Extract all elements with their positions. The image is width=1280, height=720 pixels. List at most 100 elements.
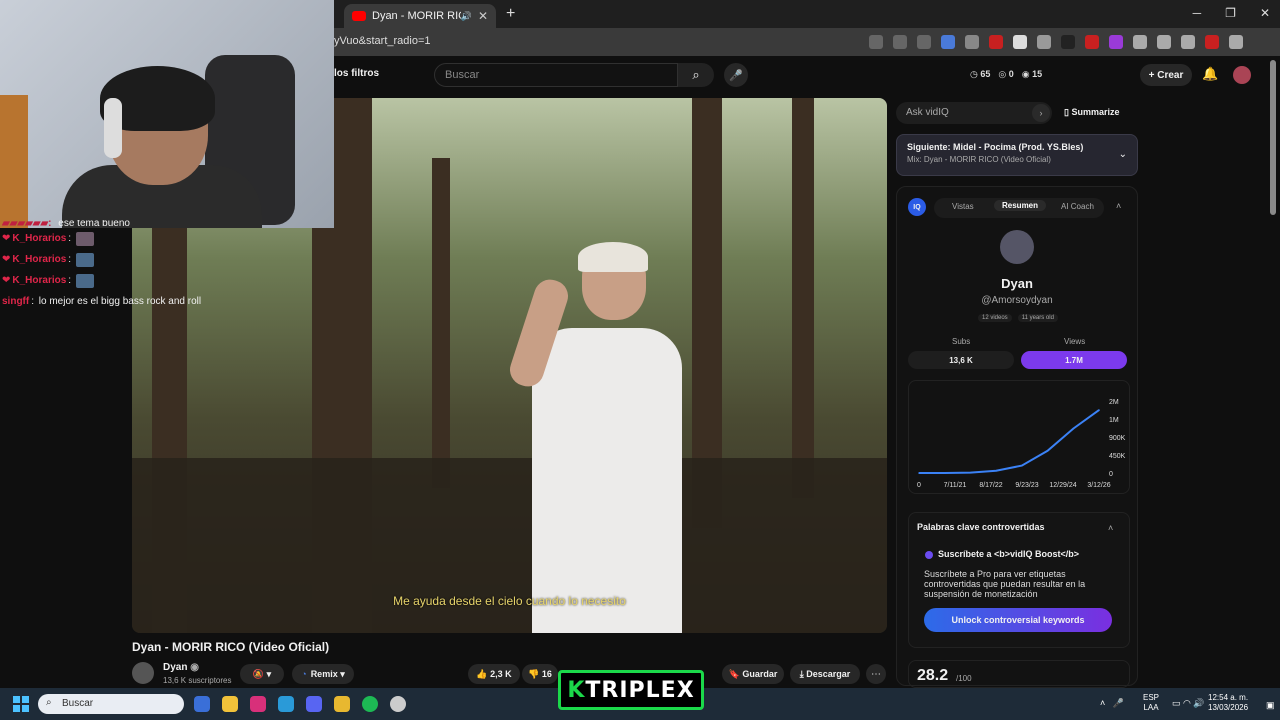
keywords-subtitle: Suscríbete a <b>vidIQ Boost</b> xyxy=(938,549,1080,559)
install-icon[interactable] xyxy=(893,35,907,49)
subs-value[interactable]: 13,6 K xyxy=(908,351,1014,369)
bell-icon[interactable]: 🔔 xyxy=(1202,66,1218,82)
address-bar[interactable]: yVuo&start_radio=1 xyxy=(334,28,1280,56)
edge-icon[interactable] xyxy=(278,696,294,712)
new-tab-button[interactable]: + xyxy=(506,5,515,23)
webcam-overlay xyxy=(0,0,334,228)
microphone-icon[interactable]: 🎤 xyxy=(724,63,748,87)
star-icon[interactable] xyxy=(917,35,931,49)
windows-start-icon[interactable] xyxy=(13,696,29,712)
channel-subs: 13,6 K suscriptores xyxy=(163,676,232,685)
like-button[interactable]: 👍 2,3 K xyxy=(468,664,520,684)
browser-tab[interactable]: Dyan - MORIR RICO (Vide 🔊 ✕ xyxy=(344,4,496,28)
chevron-up-icon[interactable]: ˄ xyxy=(1116,201,1121,211)
vidiq-tabs: Vistas Resumen AI Coach xyxy=(934,198,1104,218)
filters-button[interactable]: los filtros xyxy=(334,68,379,79)
summarize-button[interactable]: ▯ Summarize xyxy=(1064,107,1120,118)
dislike-button[interactable]: 👎 16 xyxy=(522,664,558,684)
media-icon[interactable] xyxy=(1181,35,1195,49)
clock[interactable]: 12:54 a. m. 13/03/2026 xyxy=(1208,693,1248,713)
system-icons[interactable]: ▭ ◠ 🔊 xyxy=(1172,698,1205,709)
app-icon[interactable] xyxy=(390,696,406,712)
data-point xyxy=(1072,427,1075,430)
avatar[interactable] xyxy=(1233,66,1251,84)
extension-icons xyxy=(869,35,1243,49)
views-value[interactable]: 1.7M xyxy=(1021,351,1127,369)
unlock-keywords-button[interactable]: Unlock controversial keywords xyxy=(924,608,1112,632)
stream-logo: K TRIPLEX xyxy=(558,670,704,710)
chat-overlay: ▰▰▰▰▰▰: ese tema bueno ❤ K_Horarios: ❤ K_H… xyxy=(2,220,232,312)
y-tick-label: 450K xyxy=(1109,453,1126,460)
create-button[interactable]: + Crear xyxy=(1140,64,1192,86)
profile-icon[interactable] xyxy=(1157,35,1171,49)
menu-icon[interactable] xyxy=(1229,35,1243,49)
keywords-title: Palabras clave controvertidas xyxy=(917,522,1045,532)
stat-3: ◉ 15 xyxy=(1021,69,1043,79)
notification-icon[interactable]: ▣ xyxy=(1266,700,1275,711)
taskbar-search[interactable]: ⌕ Buscar xyxy=(38,694,184,714)
extension-icon[interactable] xyxy=(1109,35,1123,49)
person-in-video xyxy=(505,242,682,633)
channel-tags: 12 videos 11 years old xyxy=(978,314,1058,322)
chat-message: ❤ K_Horarios: xyxy=(2,270,232,291)
puzzle-icon[interactable] xyxy=(1133,35,1147,49)
x-tick-label: 7/11/21 xyxy=(944,482,967,489)
extension-icon[interactable] xyxy=(1037,35,1051,49)
folder-icon[interactable] xyxy=(222,696,238,712)
channel-avatar-large xyxy=(1000,230,1034,264)
language-indicator[interactable]: ESP LAA xyxy=(1143,693,1159,713)
chevron-down-icon[interactable]: ⌄ xyxy=(1119,149,1127,160)
ask-vidiq-input[interactable]: Ask vidIQ xyxy=(896,102,1052,124)
chat-message: ❤ K_Horarios: xyxy=(2,249,232,270)
extension-icon[interactable] xyxy=(941,35,955,49)
views-label: Views xyxy=(1064,337,1086,346)
extension-icon[interactable] xyxy=(1013,35,1027,49)
verified-icon: ◉ xyxy=(190,662,199,673)
search-input[interactable]: Buscar xyxy=(434,63,678,87)
search-icon[interactable]: ⌕ xyxy=(678,63,714,87)
download-button[interactable]: ⤓ Descargar xyxy=(790,664,860,684)
video-title: Dyan - MORIR RICO (Video Oficial) xyxy=(132,640,330,654)
emote-icon xyxy=(76,252,95,267)
store-icon[interactable] xyxy=(194,696,210,712)
instagram-icon[interactable] xyxy=(250,696,266,712)
chrome-icon[interactable] xyxy=(334,696,350,712)
scrollbar[interactable] xyxy=(1270,60,1276,215)
tab-resumen[interactable]: Resumen xyxy=(994,200,1047,211)
maximize-button[interactable]: ❐ xyxy=(1225,6,1236,20)
zoom-icon[interactable] xyxy=(869,35,883,49)
more-icon[interactable]: ⋯ xyxy=(866,664,886,684)
screen: Me ayuda desde el cielo cuando lo necesi… xyxy=(0,0,1280,720)
x-tick-label: 3/12/26 xyxy=(1087,482,1110,489)
emote-icon xyxy=(76,273,95,288)
extension-icon[interactable] xyxy=(1205,35,1219,49)
save-button[interactable]: 🔖 Guardar xyxy=(722,664,784,684)
remix-button[interactable]: ◔ Remix ▾ xyxy=(292,664,354,684)
data-point xyxy=(1098,409,1100,411)
channel-avatar[interactable] xyxy=(132,662,154,684)
next-video-card[interactable]: Siguiente: Midel - Pocima (Prod. YS.Bles… xyxy=(896,134,1138,176)
subscribe-bell-button[interactable]: 🔕 ▾ xyxy=(240,664,284,684)
tab-vistas[interactable]: Vistas xyxy=(952,202,974,211)
score-max: /100 xyxy=(956,674,972,683)
x-tick-label: 0 xyxy=(917,482,921,489)
minimize-button[interactable]: ─ xyxy=(1193,6,1202,20)
boost-icon xyxy=(925,551,933,559)
tab-ai-coach[interactable]: AI Coach xyxy=(1061,202,1094,211)
extension-icon[interactable] xyxy=(1061,35,1075,49)
data-point xyxy=(969,471,972,474)
discord-icon[interactable] xyxy=(306,696,322,712)
x-tick-label: 12/29/24 xyxy=(1049,482,1076,489)
close-tab-icon[interactable]: ✕ xyxy=(478,9,488,23)
window-controls: ─ ❐ ✕ xyxy=(1193,6,1270,20)
send-icon[interactable]: › xyxy=(1032,104,1050,122)
spotify-icon[interactable] xyxy=(362,696,378,712)
speaker-icon[interactable]: 🔊 xyxy=(461,11,472,22)
extension-icon[interactable] xyxy=(989,35,1003,49)
close-window-button[interactable]: ✕ xyxy=(1260,6,1270,20)
url-text[interactable]: yVuo&start_radio=1 xyxy=(334,35,431,47)
extension-icon[interactable] xyxy=(965,35,979,49)
chevron-up-icon[interactable]: ˄ xyxy=(1108,523,1113,533)
channel-name[interactable]: Dyan ◉ xyxy=(163,662,199,673)
extension-icon[interactable] xyxy=(1085,35,1099,49)
